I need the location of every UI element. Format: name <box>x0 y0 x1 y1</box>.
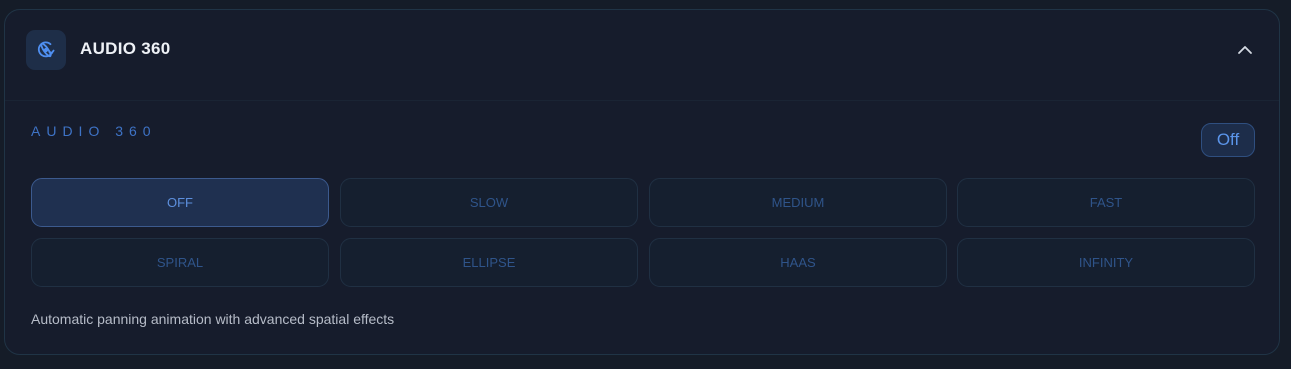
collapse-button[interactable] <box>1233 38 1257 62</box>
chevron-up-icon <box>1238 46 1252 54</box>
panel-header[interactable]: AUDIO 360 <box>5 10 1279 101</box>
mode-button-ellipse[interactable]: ELLIPSE <box>340 238 638 287</box>
mode-button-off[interactable]: OFF <box>31 178 329 227</box>
mode-button-slow[interactable]: SLOW <box>340 178 638 227</box>
mode-button-fast[interactable]: FAST <box>957 178 1255 227</box>
description-text: Automatic panning animation with advance… <box>31 311 395 327</box>
mode-button-spiral[interactable]: SPIRAL <box>31 238 329 287</box>
audio-360-icon <box>26 30 66 70</box>
mode-button-medium[interactable]: MEDIUM <box>649 178 947 227</box>
panel-title: AUDIO 360 <box>80 39 171 58</box>
section-label: AUDIO 360 <box>31 123 157 139</box>
status-badge[interactable]: Off <box>1201 123 1255 157</box>
mode-button-infinity[interactable]: INFINITY <box>957 238 1255 287</box>
audio-360-panel: AUDIO 360 AUDIO 360 Off OFF SLOW MEDIUM … <box>4 9 1280 355</box>
mode-button-haas[interactable]: HAAS <box>649 238 947 287</box>
